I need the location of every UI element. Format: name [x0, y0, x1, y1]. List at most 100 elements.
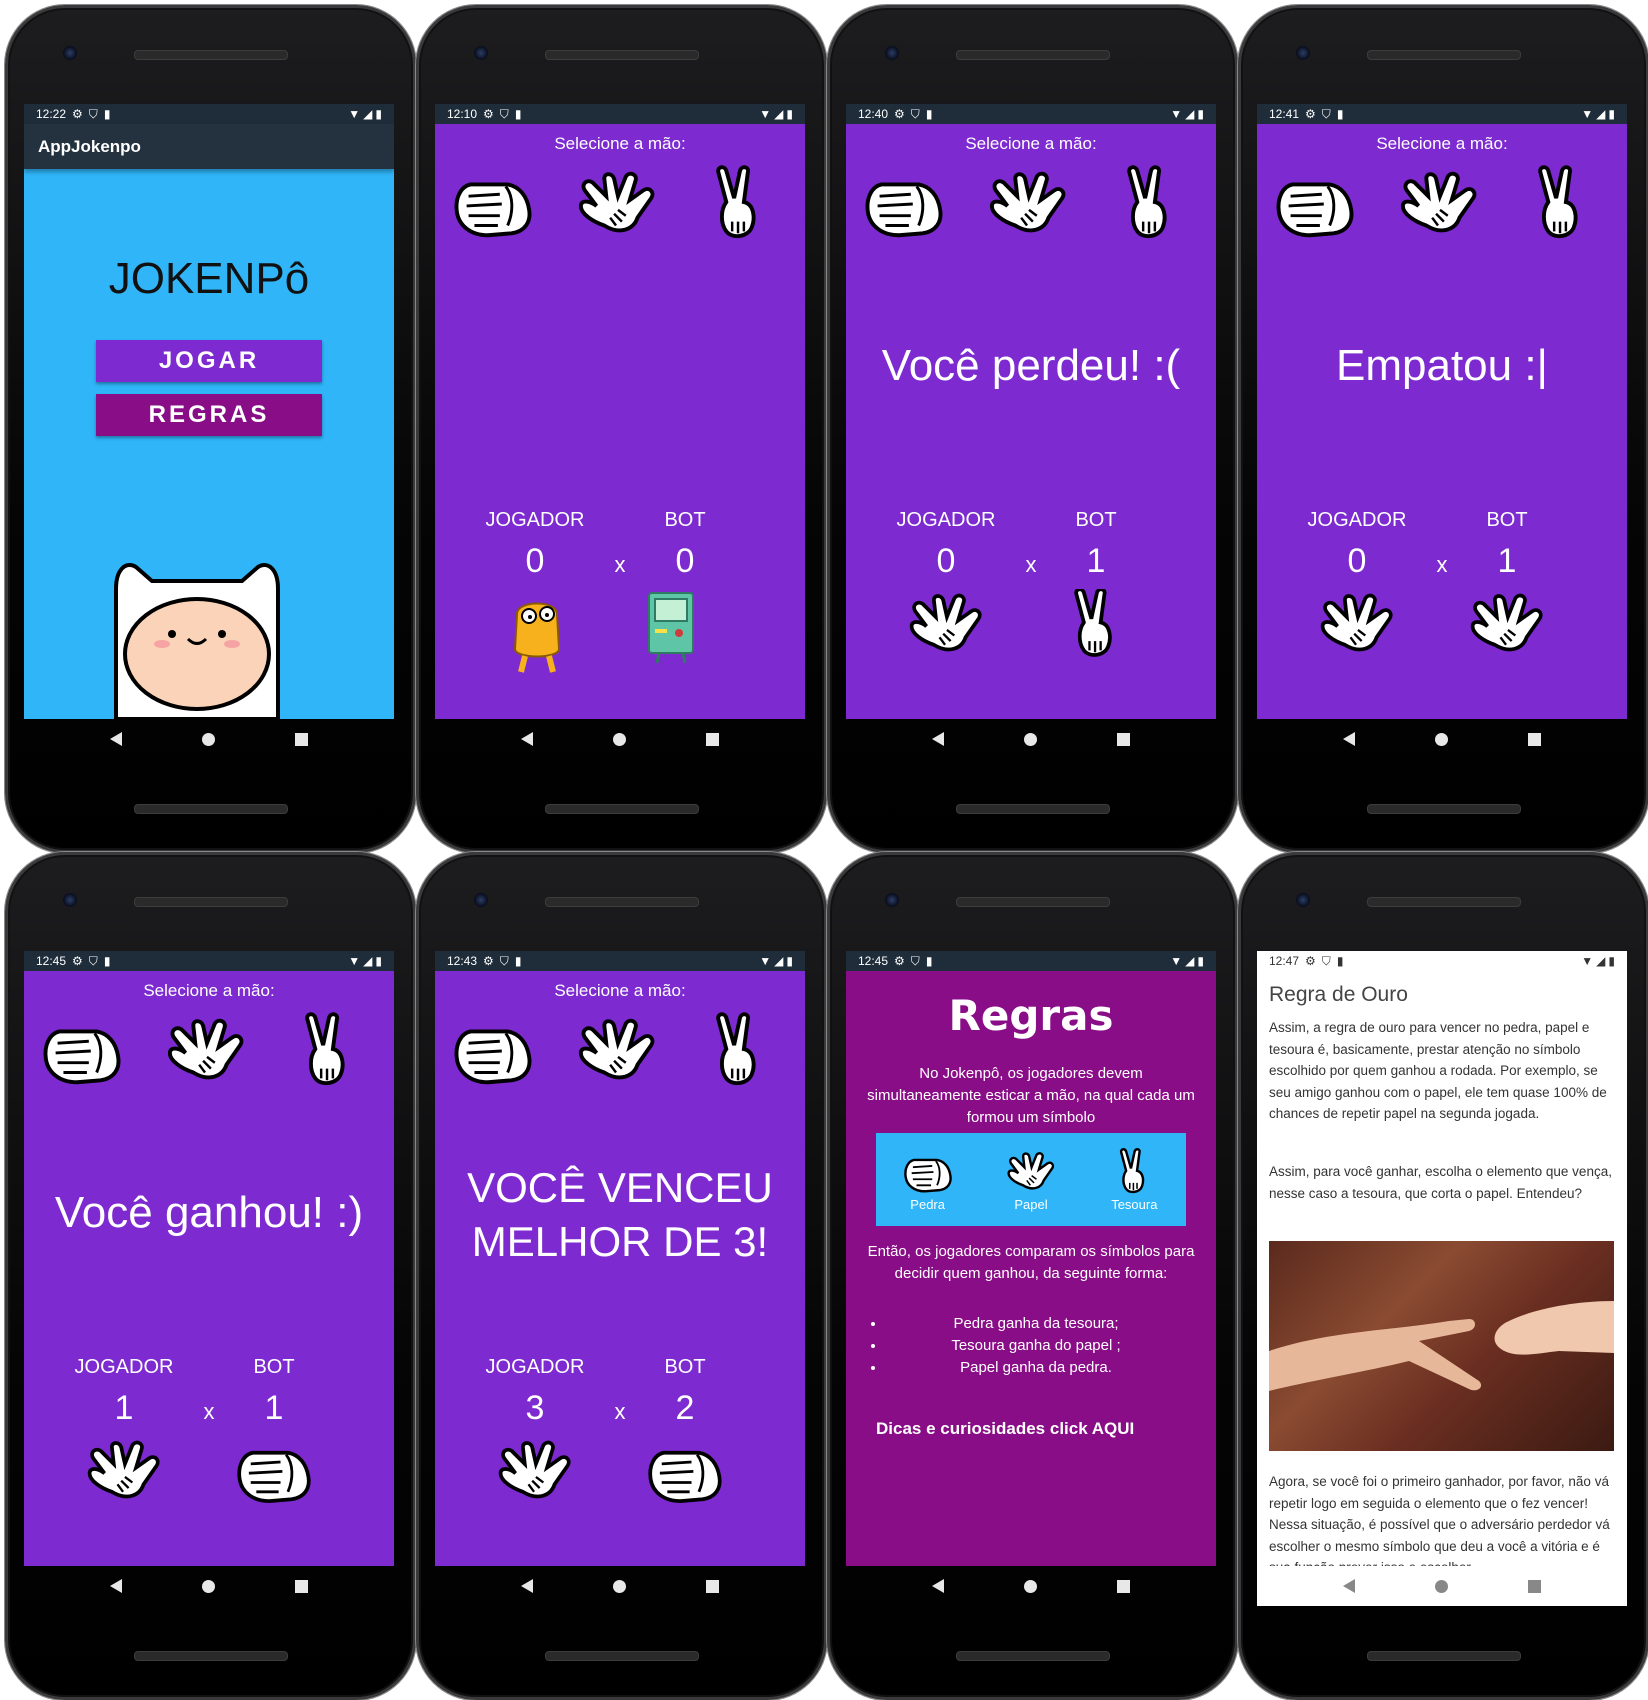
wifi-icon: ▼	[1581, 107, 1594, 121]
paper-icon	[498, 1440, 571, 1499]
scissors-option[interactable]	[697, 1011, 781, 1091]
speaker-top	[1366, 897, 1521, 907]
back-icon[interactable]	[932, 1579, 944, 1593]
speaker-top	[1366, 50, 1521, 60]
wifi-icon: ▼	[1170, 954, 1183, 968]
finn-illustration	[114, 563, 280, 719]
recent-apps-icon[interactable]	[295, 1579, 308, 1593]
shield-icon: ⛉	[499, 106, 509, 121]
jake-icon	[513, 602, 561, 673]
camera-icon	[474, 893, 488, 907]
back-icon[interactable]	[110, 732, 122, 746]
nav-bar	[846, 1566, 1216, 1606]
signal-icon: ◢	[1596, 107, 1606, 121]
back-icon[interactable]	[1343, 1579, 1355, 1593]
speaker-bottom	[1366, 1651, 1521, 1661]
rules-item-label: Papel	[1014, 1197, 1048, 1212]
back-icon[interactable]	[1343, 732, 1355, 746]
home-icon[interactable]	[202, 732, 215, 746]
hand-options	[846, 164, 1216, 254]
rock-option[interactable]	[862, 164, 946, 244]
rock-icon	[1276, 182, 1354, 238]
player-score: 0	[525, 542, 545, 580]
status-time: 12:41	[1269, 107, 1300, 121]
recent-apps-icon[interactable]	[295, 732, 308, 746]
speaker-top	[955, 50, 1110, 60]
phone-game-best-of-3: 12:43 ⚙ ⛉ ▮ ▼ ◢ ▮ Selecione a mão: VOCÊ VENC…	[416, 852, 827, 1700]
hand-options	[435, 1011, 805, 1101]
speaker-top	[544, 50, 699, 60]
settings-icon: ⚙	[72, 107, 83, 121]
tips-link[interactable]: Dicas e curiosidades click AQUI	[876, 1419, 1134, 1439]
phone-game-tie: 12:41 ⚙ ⛉ ▮ ▼ ◢ ▮ Selecione a mão: Empatou :…	[1238, 5, 1648, 853]
recent-apps-icon[interactable]	[1117, 1579, 1130, 1593]
rules-list-item: Papel ganha da pedra.	[886, 1357, 1186, 1379]
result-text: Empatou :|	[1336, 341, 1548, 390]
recent-apps-icon[interactable]	[1528, 732, 1541, 746]
paper-option[interactable]	[575, 1011, 659, 1091]
article-paragraph: Assim, a regra de ouro para vencer no pe…	[1269, 1020, 1607, 1121]
scissors-option[interactable]	[1519, 164, 1603, 244]
nav-bar	[24, 719, 394, 759]
hand-options	[24, 1011, 394, 1101]
speaker-top	[544, 897, 699, 907]
status-bar: 12:41 ⚙ ⛉ ▮ ▼ ◢ ▮	[1257, 104, 1627, 124]
rock-option[interactable]	[40, 1011, 124, 1091]
paper-option[interactable]	[164, 1011, 248, 1091]
wifi-icon: ▼	[348, 954, 361, 968]
paper-icon	[167, 1018, 244, 1080]
scissors-icon	[716, 165, 756, 239]
rules-list-item: Pedra ganha da tesoura;	[886, 1313, 1186, 1335]
recent-apps-icon[interactable]	[706, 1579, 719, 1593]
rock-icon	[865, 182, 943, 238]
back-icon[interactable]	[932, 732, 944, 746]
signal-icon: ◢	[1596, 954, 1606, 968]
recent-apps-icon[interactable]	[1117, 732, 1130, 746]
back-icon[interactable]	[521, 732, 533, 746]
recent-apps-icon[interactable]	[706, 732, 719, 746]
status-time: 12:40	[858, 107, 889, 121]
nav-bar	[435, 719, 805, 759]
paper-icon	[909, 593, 982, 652]
result-text: VOCÊ VENCEU MELHOR DE 3!	[435, 1161, 805, 1269]
home-icon[interactable]	[1024, 1579, 1037, 1593]
bot-label: BOT	[1075, 509, 1117, 531]
hand-options	[1257, 164, 1627, 254]
shield-icon: ⛉	[499, 953, 509, 968]
game-screen: 12:45 ⚙ ⛉ ▮ ▼ ◢ ▮ Selecione a mão: Você ganh…	[24, 951, 394, 1566]
home-icon[interactable]	[202, 1579, 215, 1593]
paper-option[interactable]	[575, 164, 659, 244]
scissors-option[interactable]	[1108, 164, 1192, 244]
nav-bar	[435, 1566, 805, 1606]
scissors-option[interactable]	[697, 164, 781, 244]
status-bar: 12:10 ⚙ ⛉ ▮ ▼ ◢ ▮	[435, 104, 805, 124]
select-hand-label: Selecione a mão:	[1376, 134, 1508, 153]
battery-icon: ▮	[1608, 107, 1615, 121]
play-button[interactable]: JOGAR	[96, 340, 322, 382]
rock-option[interactable]	[1273, 164, 1357, 244]
back-icon[interactable]	[521, 1579, 533, 1593]
rock-option[interactable]	[451, 164, 535, 244]
rules-button[interactable]: REGRAS	[96, 394, 322, 436]
back-icon[interactable]	[110, 1579, 122, 1593]
scissors-option[interactable]	[286, 1011, 370, 1091]
rules-list: Pedra ganha da tesoura; Tesoura ganha do…	[886, 1313, 1186, 1379]
select-hand-label: Selecione a mão:	[965, 134, 1097, 153]
rules-item-scissors: Tesoura	[1108, 1147, 1160, 1212]
recent-apps-icon[interactable]	[1528, 1579, 1541, 1593]
sd-card-icon: ▮	[514, 107, 522, 121]
battery-icon: ▮	[1197, 107, 1204, 121]
home-icon[interactable]	[1435, 732, 1448, 746]
paper-option[interactable]	[986, 164, 1070, 244]
camera-icon	[474, 46, 488, 60]
home-icon[interactable]	[1435, 1579, 1448, 1593]
home-icon[interactable]	[613, 732, 626, 746]
paper-option[interactable]	[1397, 164, 1481, 244]
home-icon[interactable]	[613, 1579, 626, 1593]
camera-icon	[63, 46, 77, 60]
speaker-bottom	[955, 804, 1110, 814]
rock-option[interactable]	[451, 1011, 535, 1091]
nav-bar	[846, 719, 1216, 759]
home-icon[interactable]	[1024, 732, 1037, 746]
rules-item-rock: Pedra	[902, 1147, 954, 1212]
